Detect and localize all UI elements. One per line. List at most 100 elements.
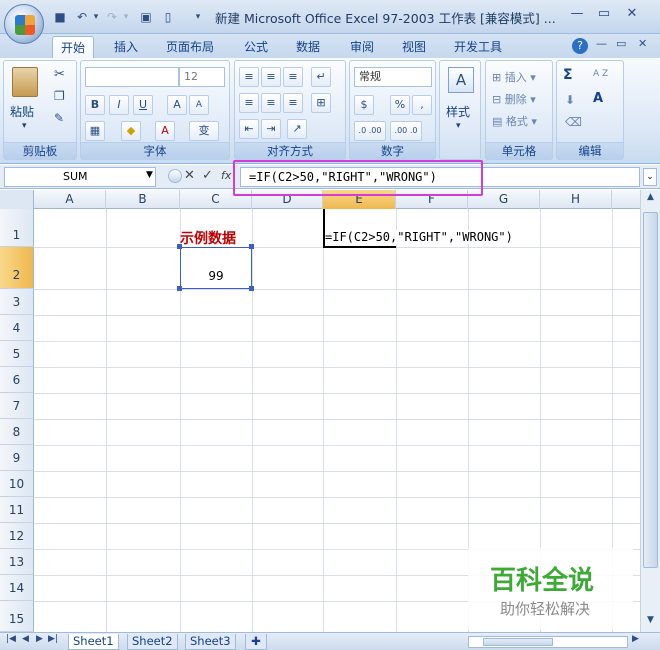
border-icon[interactable]: ▦ bbox=[85, 121, 105, 141]
row-header-4[interactable]: 4 bbox=[0, 315, 34, 341]
selection-handle[interactable] bbox=[177, 286, 182, 291]
minimize-button[interactable]: — bbox=[565, 6, 589, 26]
font-name-combo[interactable] bbox=[85, 67, 179, 87]
autosum-button[interactable]: Σ bbox=[563, 67, 573, 83]
row-header-13[interactable]: 13 bbox=[0, 549, 34, 575]
percent-button[interactable]: % bbox=[390, 95, 410, 115]
sheet-tab-3[interactable]: Sheet3 bbox=[185, 634, 236, 650]
insert-cells-button[interactable]: ⊞ 插入 ▾ bbox=[492, 69, 536, 85]
column-header-a[interactable]: A bbox=[34, 190, 106, 209]
tab-home[interactable]: 开始 bbox=[52, 36, 95, 58]
prev-sheet-icon[interactable]: ◀ bbox=[22, 634, 29, 644]
shrink-font-button[interactable]: A bbox=[189, 95, 209, 115]
selection-handle[interactable] bbox=[177, 244, 182, 249]
tab-insert[interactable]: 插入 bbox=[106, 36, 146, 58]
tab-review[interactable]: 审阅 bbox=[342, 36, 382, 58]
horizontal-scrollbar[interactable] bbox=[468, 636, 628, 648]
merge-center-icon[interactable]: ⊞ bbox=[311, 93, 331, 113]
font-color-button[interactable]: A bbox=[155, 121, 175, 141]
new-document-icon[interactable]: ▯ bbox=[160, 9, 176, 25]
row-header-8[interactable]: 8 bbox=[0, 419, 34, 445]
decrease-decimal-button[interactable]: .00 .0 bbox=[390, 121, 422, 141]
undo-dropdown-icon[interactable]: ▾ bbox=[88, 9, 104, 25]
ribbon-restore-icon[interactable]: ▭ bbox=[616, 37, 626, 50]
sheet-tab-1[interactable]: Sheet1 bbox=[68, 634, 119, 650]
scroll-up-icon[interactable]: ▲ bbox=[643, 192, 658, 207]
next-sheet-icon[interactable]: ▶ bbox=[36, 634, 43, 644]
cell-e1[interactable]: =IF(C2>50,"RIGHT","WRONG") bbox=[325, 230, 513, 244]
align-middle-icon[interactable]: ≡ bbox=[261, 67, 281, 87]
enter-entry-button[interactable]: ✓ bbox=[202, 168, 213, 183]
cell-c1[interactable]: 示例数据 bbox=[180, 228, 260, 248]
styles-dropdown-icon[interactable]: ▾ bbox=[456, 121, 461, 131]
align-top-icon[interactable]: ≡ bbox=[239, 67, 259, 87]
tab-formulas[interactable]: 公式 bbox=[236, 36, 276, 58]
tab-page-layout[interactable]: 页面布局 bbox=[158, 36, 222, 58]
select-all-corner[interactable] bbox=[0, 190, 34, 209]
insert-sheet-icon[interactable]: ✚ bbox=[245, 634, 267, 650]
row-header-5[interactable]: 5 bbox=[0, 341, 34, 367]
format-cells-button[interactable]: ▤ 格式 ▾ bbox=[492, 113, 537, 129]
customize-toolbar-icon[interactable]: ▾ bbox=[190, 9, 206, 25]
row-header-11[interactable]: 11 bbox=[0, 497, 34, 523]
ribbon-minimize-icon[interactable]: — bbox=[596, 37, 607, 50]
row-header-6[interactable]: 6 bbox=[0, 367, 34, 393]
find-select-button[interactable]: A bbox=[593, 91, 603, 106]
italic-button[interactable]: I bbox=[109, 95, 129, 115]
tab-view[interactable]: 视图 bbox=[394, 36, 434, 58]
restore-button[interactable]: ▭ bbox=[592, 6, 616, 26]
copy-icon[interactable]: ❐ bbox=[54, 89, 65, 103]
help-icon[interactable]: ? bbox=[572, 38, 588, 54]
row-header-15[interactable]: 15 bbox=[0, 601, 34, 632]
scroll-thumb[interactable] bbox=[643, 212, 658, 568]
accounting-format-icon[interactable]: $ bbox=[354, 95, 374, 115]
delete-cells-button[interactable]: ⊟ 删除 ▾ bbox=[492, 91, 536, 107]
align-left-icon[interactable]: ≡ bbox=[239, 93, 259, 113]
tab-developer[interactable]: 开发工具 bbox=[446, 36, 510, 58]
row-header-1[interactable]: 1 bbox=[0, 209, 34, 247]
workbook-close-icon[interactable]: ✕ bbox=[638, 37, 647, 50]
row-header-2[interactable]: 2 bbox=[0, 247, 34, 289]
bold-button[interactable]: B bbox=[85, 95, 105, 115]
phonetic-button[interactable]: 变 bbox=[189, 121, 219, 141]
fill-icon[interactable]: ⬇ bbox=[565, 93, 575, 107]
tab-data[interactable]: 数据 bbox=[288, 36, 328, 58]
clear-icon[interactable]: ⌫ bbox=[565, 115, 582, 129]
column-header-b[interactable]: B bbox=[106, 190, 180, 209]
row-header-9[interactable]: 9 bbox=[0, 445, 34, 471]
grow-font-button[interactable]: A bbox=[167, 95, 187, 115]
row-header-12[interactable]: 12 bbox=[0, 523, 34, 549]
underline-button[interactable]: U bbox=[133, 95, 153, 115]
horizontal-scroll-thumb[interactable] bbox=[483, 638, 553, 646]
wrap-text-icon[interactable]: ↵ bbox=[311, 67, 331, 87]
scroll-right-icon[interactable]: ▶ bbox=[632, 634, 639, 644]
increase-decimal-button[interactable]: .0 .00 bbox=[354, 121, 386, 141]
align-right-icon[interactable]: ≡ bbox=[283, 93, 303, 113]
save-icon[interactable]: ■ bbox=[52, 9, 68, 25]
cut-icon[interactable]: ✂ bbox=[54, 67, 65, 82]
row-header-10[interactable]: 10 bbox=[0, 471, 34, 497]
first-sheet-icon[interactable]: |◀ bbox=[6, 634, 16, 644]
align-center-icon[interactable]: ≡ bbox=[261, 93, 281, 113]
font-size-combo[interactable]: 12 bbox=[179, 67, 225, 87]
row-header-7[interactable]: 7 bbox=[0, 393, 34, 419]
scroll-down-icon[interactable]: ▼ bbox=[643, 615, 658, 630]
sheet-tab-2[interactable]: Sheet2 bbox=[127, 634, 178, 650]
increase-indent-icon[interactable]: ⇥ bbox=[261, 119, 281, 139]
vertical-scrollbar[interactable]: ▲ ▼ bbox=[640, 190, 660, 632]
number-format-combo[interactable]: 常规 bbox=[354, 67, 432, 87]
office-button[interactable] bbox=[4, 4, 44, 44]
expand-formula-bar-icon[interactable]: ⌄ bbox=[643, 168, 657, 186]
name-box[interactable]: SUM bbox=[4, 167, 156, 187]
last-sheet-icon[interactable]: ▶| bbox=[48, 634, 58, 644]
format-painter-icon[interactable]: ✎ bbox=[54, 111, 64, 125]
fill-color-icon[interactable]: ◆ bbox=[121, 121, 141, 141]
insert-function-button[interactable]: fx bbox=[221, 169, 231, 182]
orientation-icon[interactable]: ↗ bbox=[287, 119, 307, 139]
column-header-h[interactable]: H bbox=[540, 190, 612, 209]
styles-button[interactable]: 样式 bbox=[446, 103, 470, 120]
comma-button[interactable]: , bbox=[412, 95, 432, 115]
selection-handle[interactable] bbox=[249, 244, 254, 249]
selection-handle[interactable] bbox=[249, 286, 254, 291]
decrease-indent-icon[interactable]: ⇤ bbox=[239, 119, 259, 139]
